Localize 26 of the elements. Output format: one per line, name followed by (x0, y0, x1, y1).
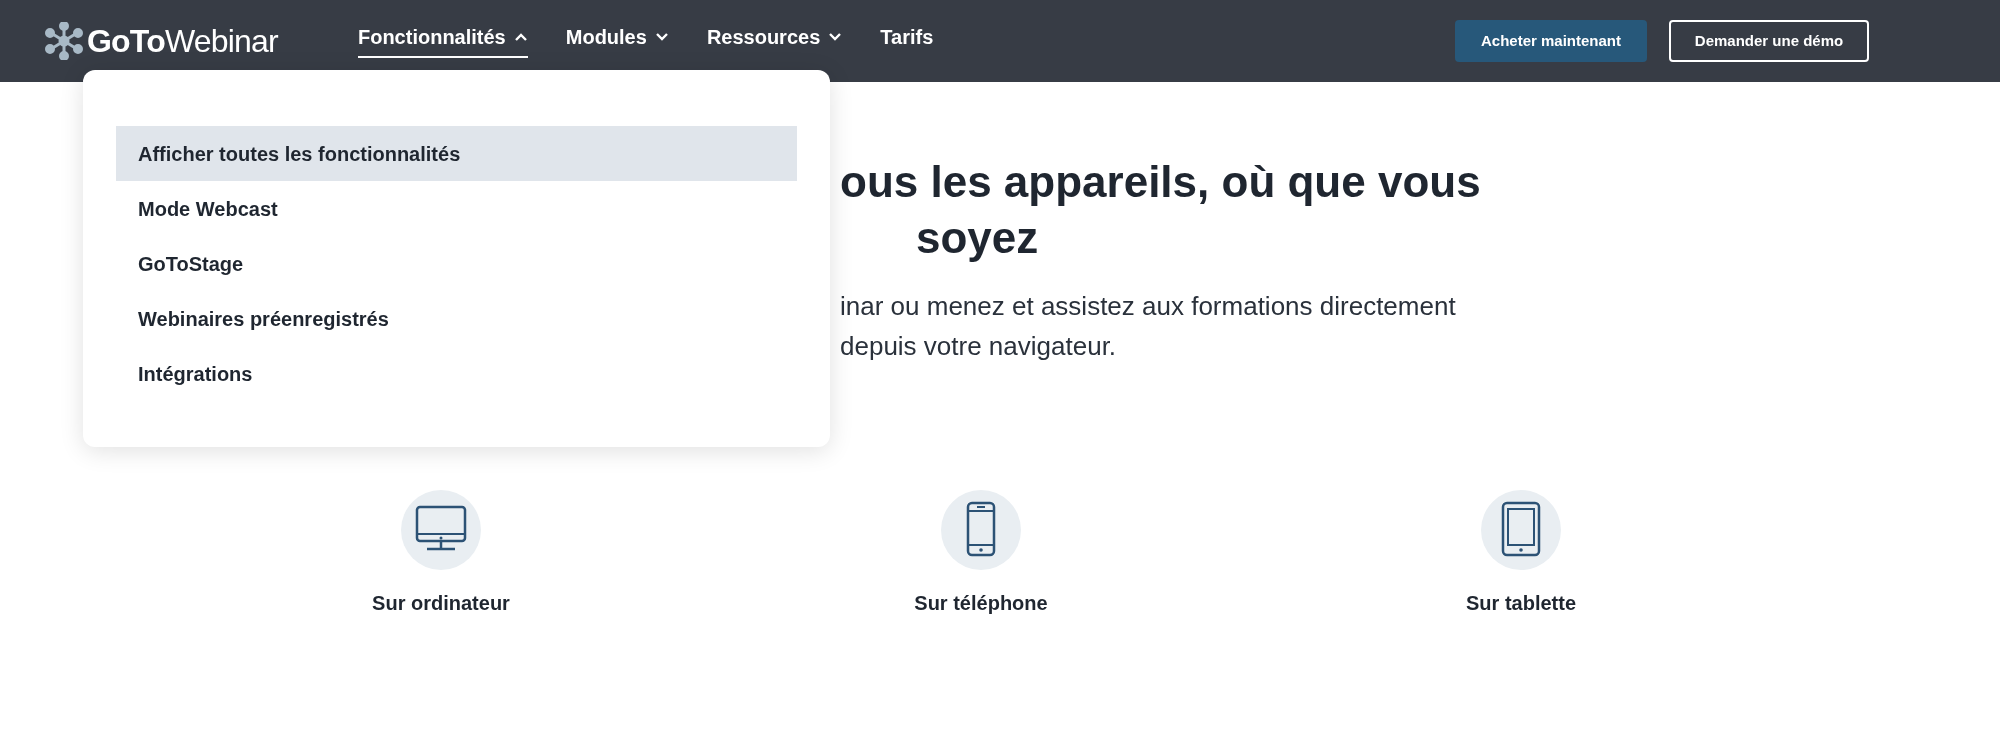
nav-link[interactable]: Fonctionnalités (357, 18, 528, 58)
dropdown-item[interactable]: GoToStage (116, 236, 797, 291)
buy-button[interactable]: Acheter maintenant (1455, 20, 1647, 62)
tablet-icon (1481, 490, 1561, 570)
hero-text: depuis votre navigateur. (840, 330, 1117, 363)
demo-button[interactable]: Demander une démo (1669, 20, 1869, 62)
nav-link[interactable]: Ressources (706, 18, 843, 58)
hero-heading: ous les appareils, où que vous (840, 156, 1481, 208)
phone-icon (941, 490, 1021, 570)
dropdown-item[interactable]: Intégrations (116, 346, 797, 401)
dropdown-item[interactable]: Webinaires préenregistrés (116, 291, 797, 346)
caret-icon (654, 32, 669, 42)
desktop-icon (401, 490, 481, 570)
dropdown-item[interactable]: Mode Webcast (116, 181, 797, 236)
caret-icon (513, 32, 528, 42)
logo-text[interactable]: GoToWebinar (87, 25, 278, 57)
caret-icon (828, 32, 843, 42)
device-label: Sur ordinateur (372, 591, 510, 616)
device-label: Sur téléphone (914, 591, 1048, 616)
nav-link[interactable]: Tarifs (880, 18, 934, 58)
hero-text: inar ou menez et assistez aux formations directement (840, 290, 1456, 323)
hero-heading: soyez (916, 212, 1039, 264)
device-label: Sur tablette (1466, 591, 1576, 616)
dropdown-item[interactable]: Afficher toutes les fonctionnalités (116, 126, 797, 181)
nav-link[interactable]: Modules (565, 18, 669, 58)
logo-icon (45, 22, 83, 60)
